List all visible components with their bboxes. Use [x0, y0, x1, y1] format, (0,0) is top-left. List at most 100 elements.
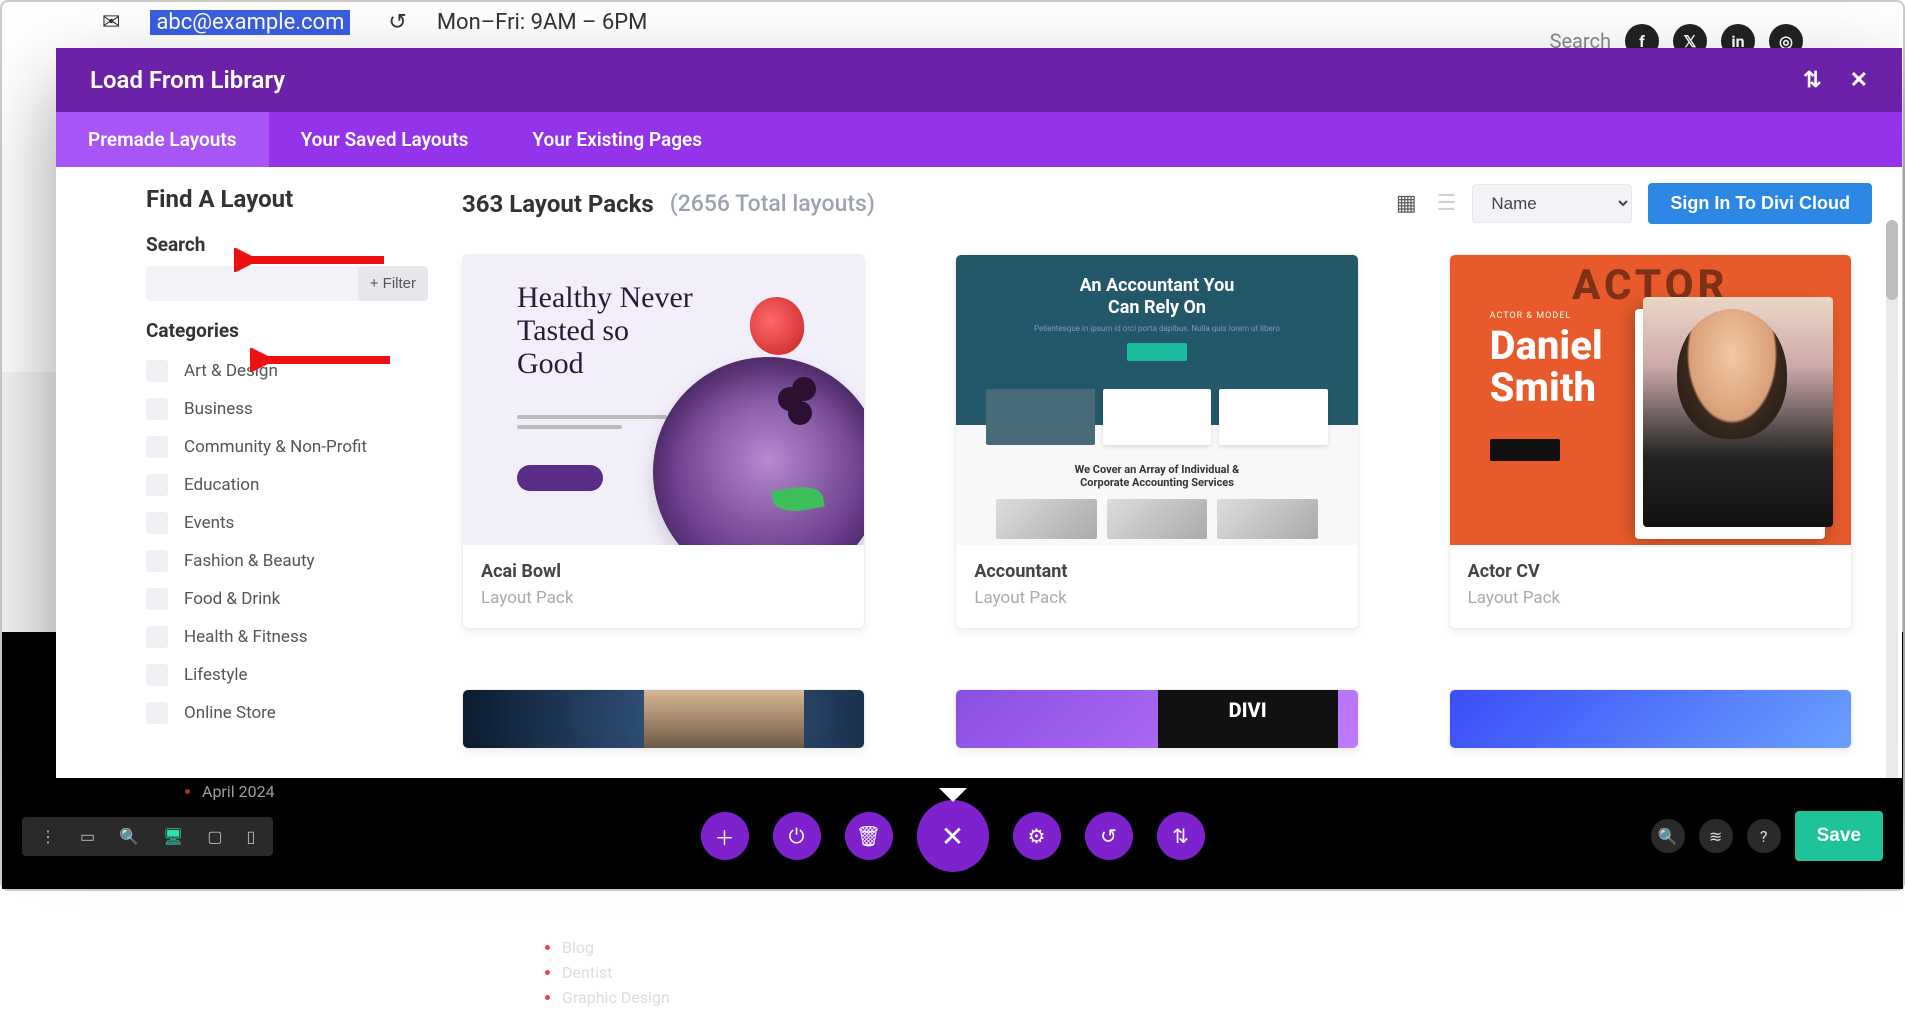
layout-thumbnail: An Accountant You Can Rely On Pellentesq… [956, 255, 1357, 545]
category-item[interactable]: Events [146, 504, 428, 542]
checkbox-icon[interactable] [146, 360, 168, 382]
category-item[interactable]: Online Store [146, 694, 428, 732]
add-filter-button[interactable]: + Filter [358, 266, 428, 301]
layout-grid-area: 363 Layout Packs (2656 Total layouts) ▦ … [456, 167, 1902, 778]
category-label: Events [184, 513, 234, 533]
modal-tabs: Premade Layouts Your Saved Layouts Your … [56, 112, 1902, 167]
site-hours: Mon–Fri: 9AM – 6PM [437, 10, 648, 35]
modal-title: Load From Library [90, 66, 285, 94]
layout-card[interactable] [462, 689, 865, 749]
zoom-icon[interactable]: 🔍 [119, 827, 139, 846]
checkbox-icon[interactable] [146, 664, 168, 686]
save-button[interactable]: Save [1795, 811, 1883, 861]
tab-premade-layouts[interactable]: Premade Layouts [56, 112, 269, 167]
category-item[interactable]: Food & Drink [146, 580, 428, 618]
layout-subtitle: Layout Pack [481, 588, 846, 608]
layout-title: Acai Bowl [481, 561, 846, 582]
layout-search-input[interactable] [146, 266, 362, 301]
categories-label: Categories [74, 319, 428, 342]
checkbox-icon[interactable] [146, 702, 168, 724]
category-item[interactable]: Business [146, 390, 428, 428]
help-icon[interactable]: ? [1747, 819, 1781, 853]
search-icon[interactable]: 🔍 [1651, 819, 1685, 853]
sort-button[interactable]: ⇅ [1157, 812, 1205, 860]
category-label: Health & Fitness [184, 627, 308, 647]
layout-card[interactable]: An Accountant You Can Rely On Pellentesq… [955, 254, 1358, 629]
footer-link[interactable]: April 2024 [202, 782, 1903, 801]
history-button[interactable]: ↺ [1085, 812, 1133, 860]
checkbox-icon[interactable] [146, 398, 168, 420]
clock-icon: ↺ [388, 10, 406, 35]
checkbox-icon[interactable] [146, 588, 168, 610]
signin-divi-cloud-button[interactable]: Sign In To Divi Cloud [1648, 183, 1872, 224]
modal-header: Load From Library ⇅ ✕ [56, 48, 1902, 112]
category-label: Art & Design [184, 361, 278, 381]
category-item[interactable]: Education [146, 466, 428, 504]
sort-select[interactable]: Name [1472, 184, 1632, 223]
filter-sidebar: Find A Layout Search + Filter Categories… [56, 167, 456, 778]
layout-card[interactable]: ACTOR ACTOR & MODEL Daniel Smith Actor C… [1449, 254, 1852, 629]
category-item[interactable]: Community & Non-Profit [146, 428, 428, 466]
layers-icon[interactable]: ≋ [1699, 819, 1733, 853]
mail-icon: ✉ [102, 10, 120, 35]
layout-title: Actor CV [1468, 561, 1833, 582]
phone-view-icon[interactable]: ▯ [246, 827, 255, 846]
category-label: Business [184, 399, 253, 419]
layout-subtitle: Layout Pack [1468, 588, 1833, 608]
thumb-pretitle: ACTOR & MODEL [1490, 311, 1572, 321]
checkbox-icon[interactable] [146, 626, 168, 648]
search-label: Search [74, 233, 428, 256]
tablet-view-icon[interactable]: ▢ [207, 827, 222, 846]
settings-button[interactable]: ⚙ [1013, 812, 1061, 860]
layout-card[interactable]: DIVI [955, 689, 1358, 749]
grid-view-icon[interactable]: ▦ [1396, 191, 1417, 216]
checkbox-icon[interactable] [146, 436, 168, 458]
desktop-view-icon[interactable]: 🖥 [163, 827, 183, 846]
footer-link[interactable]: Dentist [562, 963, 670, 982]
list-view-icon[interactable]: ☰ [1437, 191, 1457, 216]
thumb-subhead: We Cover an Array of Individual & Corpor… [956, 445, 1357, 499]
scrollbar-track[interactable] [1886, 220, 1898, 778]
trash-button[interactable]: 🗑 [845, 812, 893, 860]
library-modal: Load From Library ⇅ ✕ Premade Layouts Yo… [56, 48, 1902, 778]
total-layouts: (2656 Total layouts) [670, 190, 875, 217]
layout-card[interactable] [1449, 689, 1852, 749]
category-label: Education [184, 475, 259, 495]
footer-link[interactable]: Blog [562, 938, 670, 957]
thumb-headline: Healthy Never Tasted so Good [517, 281, 693, 380]
tab-existing-pages[interactable]: Your Existing Pages [500, 112, 734, 167]
add-button[interactable]: ＋ [701, 812, 749, 860]
category-item[interactable]: Lifestyle [146, 656, 428, 694]
category-list: Art & Design Business Community & Non-Pr… [74, 352, 428, 732]
layout-thumbnail: ACTOR ACTOR & MODEL Daniel Smith [1450, 255, 1851, 545]
footer-link[interactable]: Graphic Design [562, 988, 670, 1007]
category-item[interactable]: Health & Fitness [146, 618, 428, 656]
close-builder-button[interactable]: ✕ [917, 800, 989, 872]
builder-bottom-bar: ⋮ ▭ 🔍 🖥 ▢ ▯ ＋ ⏻ 🗑 ✕ ⚙ ↺ ⇅ 🔍 ≋ ? Save [2, 801, 1903, 871]
category-label: Community & Non-Profit [184, 437, 367, 457]
site-email: abc@example.com [150, 10, 350, 35]
category-item[interactable]: Fashion & Beauty [146, 542, 428, 580]
category-label: Food & Drink [184, 589, 280, 609]
checkbox-icon[interactable] [146, 550, 168, 572]
device-preview-group: ⋮ ▭ 🔍 🖥 ▢ ▯ [22, 817, 273, 856]
layout-card[interactable]: Healthy Never Tasted so Good Acai Bowl L… [462, 254, 865, 629]
sidebar-heading: Find A Layout [74, 185, 428, 213]
category-item[interactable]: Art & Design [146, 352, 428, 390]
site-topbar: ✉ abc@example.com ↺ Mon–Fri: 9AM – 6PM S… [2, 2, 1903, 43]
category-label: Lifestyle [184, 665, 248, 685]
pack-count: 363 Layout Packs [462, 190, 654, 218]
more-icon[interactable]: ⋮ [40, 827, 56, 846]
checkbox-icon[interactable] [146, 474, 168, 496]
category-label: Fashion & Beauty [184, 551, 315, 571]
scrollbar-thumb[interactable] [1886, 220, 1898, 300]
close-icon[interactable]: ✕ [1850, 68, 1868, 93]
category-label: Online Store [184, 703, 276, 723]
tab-saved-layouts[interactable]: Your Saved Layouts [269, 112, 501, 167]
checkbox-icon[interactable] [146, 512, 168, 534]
sort-toggle-icon[interactable]: ⇅ [1803, 68, 1821, 93]
layout-subtitle: Layout Pack [974, 588, 1339, 608]
power-button[interactable]: ⏻ [773, 812, 821, 860]
layout-title: Accountant [974, 561, 1339, 582]
wireframe-icon[interactable]: ▭ [80, 827, 95, 846]
